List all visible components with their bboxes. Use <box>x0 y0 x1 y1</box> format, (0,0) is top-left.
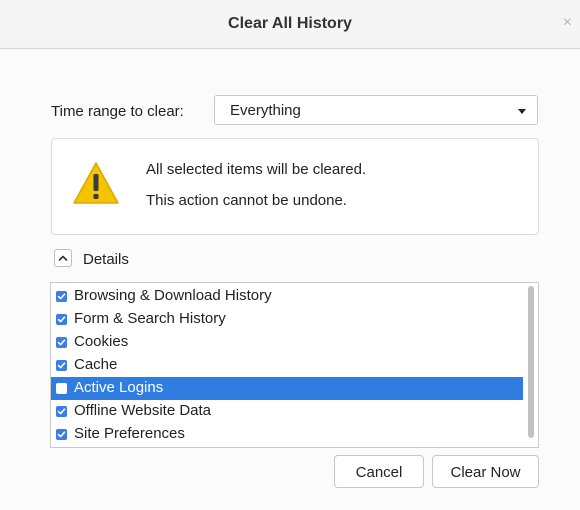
warning-box: All selected items will be cleared. This… <box>51 138 539 235</box>
list-item-selected[interactable]: Active Logins <box>51 377 523 400</box>
list-item[interactable]: Cookies <box>51 331 523 354</box>
dialog-title: Clear All History <box>228 15 352 32</box>
checkbox[interactable] <box>56 383 67 394</box>
list-item-label: Site Preferences <box>74 425 185 442</box>
list-item[interactable]: Cache <box>51 354 523 377</box>
time-range-value: Everything <box>230 102 301 119</box>
scrollbar-thumb[interactable] <box>528 286 534 438</box>
list-item-label: Cookies <box>74 333 129 350</box>
list-item-label: Cache <box>74 356 118 373</box>
close-icon[interactable]: × <box>563 15 572 31</box>
warning-icon <box>73 162 119 204</box>
details-label: Details <box>83 251 129 268</box>
chevron-up-icon <box>58 255 68 261</box>
title-bar: Clear All History × <box>0 0 580 49</box>
list-scrollbar[interactable] <box>527 285 536 445</box>
checkbox[interactable] <box>56 406 67 417</box>
checkbox[interactable] <box>56 291 67 302</box>
list-item-label: Form & Search History <box>74 310 226 327</box>
time-range-label: Time range to clear: <box>51 103 184 120</box>
list-item-label: Offline Website Data <box>74 402 212 419</box>
warning-text-line2: This action cannot be undone. <box>146 192 347 209</box>
list-item[interactable]: Site Preferences <box>51 423 523 446</box>
checkbox[interactable] <box>56 337 67 348</box>
list-item[interactable]: Browsing & Download History <box>51 285 523 308</box>
clear-history-dialog: Time range to clear: Everything All sele… <box>0 49 580 510</box>
list-item-label: Browsing & Download History <box>74 287 272 304</box>
history-items-list[interactable]: Browsing & Download History Form & Searc… <box>50 282 539 448</box>
checkbox[interactable] <box>56 314 67 325</box>
chevron-down-icon <box>518 109 526 114</box>
cancel-button[interactable]: Cancel <box>334 455 424 488</box>
list-item-label: Active Logins <box>74 379 164 396</box>
list-item[interactable]: Offline Website Data <box>51 400 523 423</box>
checkbox[interactable] <box>56 360 67 371</box>
clear-now-button[interactable]: Clear Now <box>432 455 539 488</box>
time-range-select[interactable]: Everything <box>214 95 538 125</box>
warning-text-line1: All selected items will be cleared. <box>146 161 367 178</box>
details-toggle-button[interactable] <box>54 249 72 267</box>
list-item[interactable]: Form & Search History <box>51 308 523 331</box>
checkbox[interactable] <box>56 429 67 440</box>
